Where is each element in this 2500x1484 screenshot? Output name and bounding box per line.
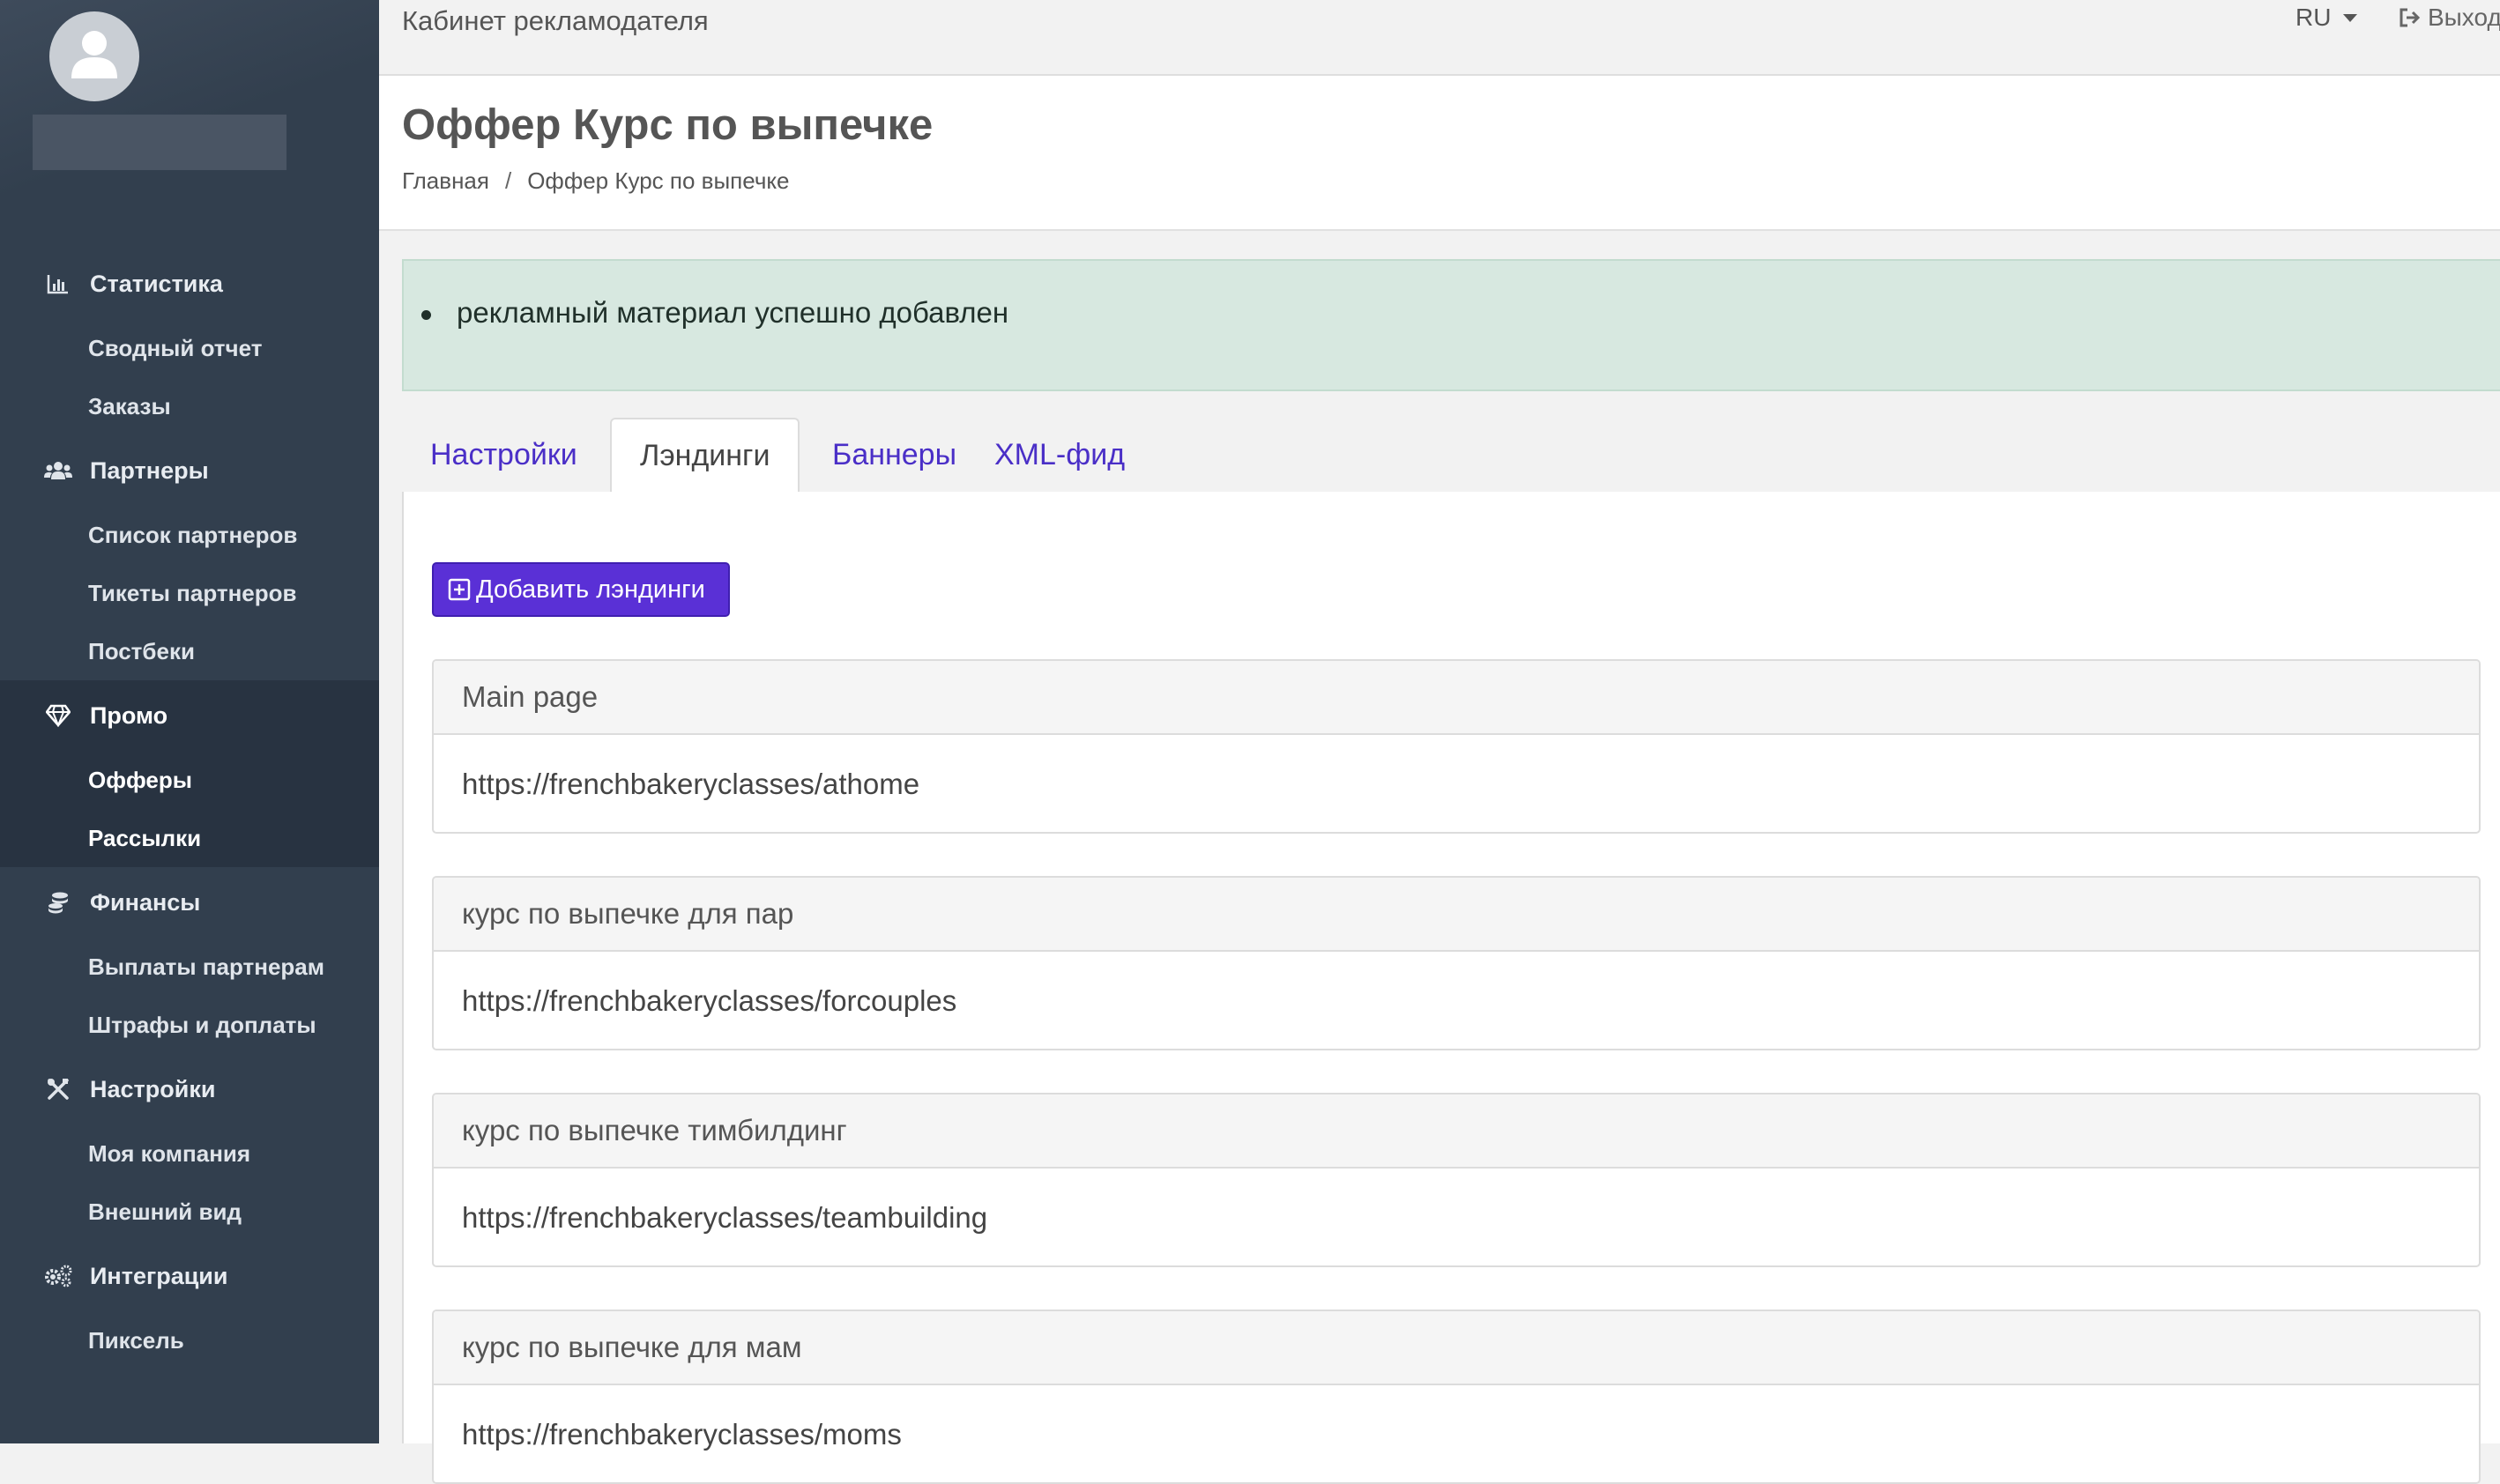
- sign-out-icon: [2398, 7, 2422, 28]
- sidebar-item-my-company[interactable]: Моя компания: [0, 1124, 379, 1183]
- landing-card: Main page https://frenchbakeryclasses/at…: [432, 659, 2481, 834]
- landing-url[interactable]: https://frenchbakeryclasses/athome: [434, 735, 2479, 832]
- sidebar-section-label: Финансы: [90, 888, 201, 916]
- sidebar-item-partner-tickets[interactable]: Тикеты партнеров: [0, 564, 379, 622]
- sidebar-section-label: Настройки: [90, 1075, 216, 1102]
- breadcrumb-current: Оффер Курс по выпечке: [527, 167, 790, 194]
- cogs-icon: [44, 1262, 72, 1290]
- landings-panel: Добавить лэндинги Main page https://fren…: [402, 492, 2500, 1484]
- landing-name: курс по выпечке для мам: [434, 1311, 2479, 1385]
- sidebar: Статистика Сводный отчет Заказы Партнеры…: [0, 0, 379, 1443]
- tab-landings[interactable]: Лэндинги: [610, 418, 800, 493]
- tab-banners[interactable]: Баннеры: [804, 418, 985, 492]
- user-icon: [71, 31, 117, 78]
- landing-url[interactable]: https://frenchbakeryclasses/forcouples: [434, 952, 2479, 1049]
- tab-xml-feed[interactable]: XML-фид: [966, 418, 1153, 492]
- sidebar-item-summary-report[interactable]: Сводный отчет: [0, 319, 379, 377]
- bullet-icon: [421, 310, 431, 320]
- tab-bar: Настройки Лэндинги Баннеры XML-фид: [402, 418, 2500, 493]
- sidebar-item-penalties[interactable]: Штрафы и доплаты: [0, 996, 379, 1054]
- sidebar-section-settings[interactable]: Настройки: [0, 1054, 379, 1124]
- sidebar-section-label: Интеграции: [90, 1262, 228, 1289]
- sidebar-nav: Статистика Сводный отчет Заказы Партнеры…: [0, 249, 379, 1369]
- sidebar-active-group: Промо Офферы Рассылки: [0, 680, 379, 867]
- success-alert: рекламный материал успешно добавлен: [402, 259, 2500, 391]
- add-landings-label: Добавить лэндинги: [476, 575, 705, 604]
- landing-name: курс по выпечке тимбилдинг: [434, 1094, 2479, 1169]
- alert-message-text: рекламный материал успешно добавлен: [457, 296, 1009, 329]
- language-label: RU: [2295, 4, 2332, 31]
- chevron-down-icon: [2343, 13, 2358, 22]
- landing-card: курс по выпечке для мам https://frenchba…: [432, 1310, 2481, 1484]
- language-dropdown[interactable]: RU: [2295, 4, 2358, 32]
- breadcrumb-separator: /: [504, 167, 512, 194]
- page-header: Оффер Курс по выпечке Главная / Оффер Ку…: [379, 76, 2500, 231]
- sidebar-item-pixel[interactable]: Пиксель: [0, 1311, 379, 1369]
- sidebar-section-label: Статистика: [90, 270, 223, 297]
- logout-button[interactable]: Выход: [2398, 4, 2500, 32]
- sidebar-section-finance[interactable]: Финансы: [0, 867, 379, 938]
- top-bar: Кабинет рекламодателя RU Выход: [379, 0, 2500, 76]
- add-landings-button[interactable]: Добавить лэндинги: [432, 562, 730, 617]
- user-name-placeholder: [33, 115, 286, 170]
- users-icon: [44, 456, 72, 485]
- landing-card: курс по выпечке тимбилдинг https://frenc…: [432, 1093, 2481, 1267]
- chart-icon: [44, 270, 72, 298]
- avatar[interactable]: [49, 11, 139, 101]
- sidebar-section-label: Партнеры: [90, 456, 209, 484]
- tools-icon: [44, 1075, 72, 1103]
- sidebar-item-postbacks[interactable]: Постбеки: [0, 622, 379, 680]
- breadcrumb-home-link[interactable]: Главная: [402, 167, 489, 195]
- landing-card: курс по выпечке для пар https://frenchba…: [432, 876, 2481, 1050]
- page-title: Оффер Курс по выпечке: [402, 101, 934, 149]
- breadcrumb: Главная / Оффер Курс по выпечке: [402, 167, 790, 195]
- sidebar-section-label: Промо: [90, 701, 168, 729]
- landing-name: курс по выпечке для пар: [434, 878, 2479, 952]
- sidebar-section-integrations[interactable]: Интеграции: [0, 1241, 379, 1311]
- coins-icon: [44, 888, 72, 916]
- sidebar-item-orders[interactable]: Заказы: [0, 377, 379, 435]
- tab-settings[interactable]: Настройки: [402, 418, 606, 492]
- app-title: Кабинет рекламодателя: [402, 5, 709, 36]
- landing-url[interactable]: https://frenchbakeryclasses/moms: [434, 1385, 2479, 1482]
- plus-square-icon: [448, 578, 471, 601]
- sidebar-item-mailings[interactable]: Рассылки: [0, 809, 379, 867]
- logout-label: Выход: [2428, 4, 2500, 31]
- alert-message: рекламный материал успешно добавлен: [421, 296, 1009, 330]
- sidebar-item-partner-list[interactable]: Список партнеров: [0, 506, 379, 564]
- sidebar-section-partners[interactable]: Партнеры: [0, 435, 379, 506]
- landing-name: Main page: [434, 661, 2479, 735]
- sidebar-item-partner-payouts[interactable]: Выплаты партнерам: [0, 938, 379, 996]
- landing-url[interactable]: https://frenchbakeryclasses/teambuilding: [434, 1169, 2479, 1265]
- diamond-icon: [44, 701, 72, 730]
- sidebar-section-promo[interactable]: Промо: [0, 680, 379, 751]
- sidebar-section-statistics[interactable]: Статистика: [0, 249, 379, 319]
- sidebar-item-appearance[interactable]: Внешний вид: [0, 1183, 379, 1241]
- sidebar-item-offers[interactable]: Офферы: [0, 751, 379, 809]
